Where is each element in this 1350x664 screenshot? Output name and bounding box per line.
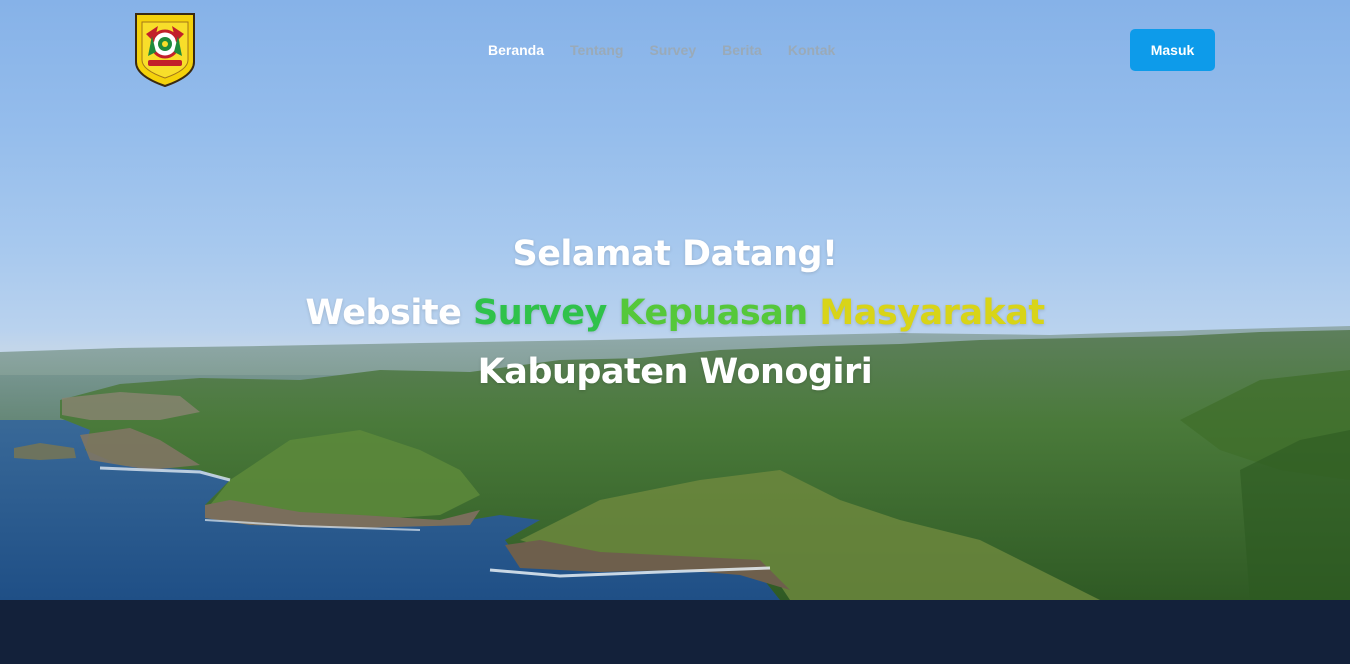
nav-item-berita[interactable]: Berita — [722, 40, 762, 60]
kabupaten-wonogiri-crest-icon[interactable] — [134, 12, 196, 88]
hero-headline: Selamat Datang! Website Survey Kepuasan … — [0, 225, 1350, 402]
title-word-kepuasan: Kepuasan — [618, 293, 808, 333]
region-title-line: Kabupaten Wonogiri — [477, 352, 873, 392]
website-title-line: Website Survey Kepuasan Masyarakat — [0, 284, 1350, 343]
title-word-survey: Survey — [473, 293, 607, 333]
main-menu: Beranda Tentang Survey Berita Kontak — [488, 40, 861, 60]
dark-section-band — [0, 600, 1350, 664]
top-navbar: Beranda Tentang Survey Berita Kontak Mas… — [0, 0, 1350, 100]
nav-item-kontak[interactable]: Kontak — [788, 40, 835, 60]
login-button[interactable]: Masuk — [1130, 29, 1215, 71]
title-word-masyarakat: Masyarakat — [819, 293, 1045, 333]
nav-item-tentang[interactable]: Tentang — [570, 40, 623, 60]
nav-item-beranda[interactable]: Beranda — [488, 40, 544, 60]
nav-item-survey[interactable]: Survey — [649, 40, 696, 60]
welcome-heading: Selamat Datang! — [512, 234, 838, 274]
title-word-website: Website — [305, 293, 462, 333]
